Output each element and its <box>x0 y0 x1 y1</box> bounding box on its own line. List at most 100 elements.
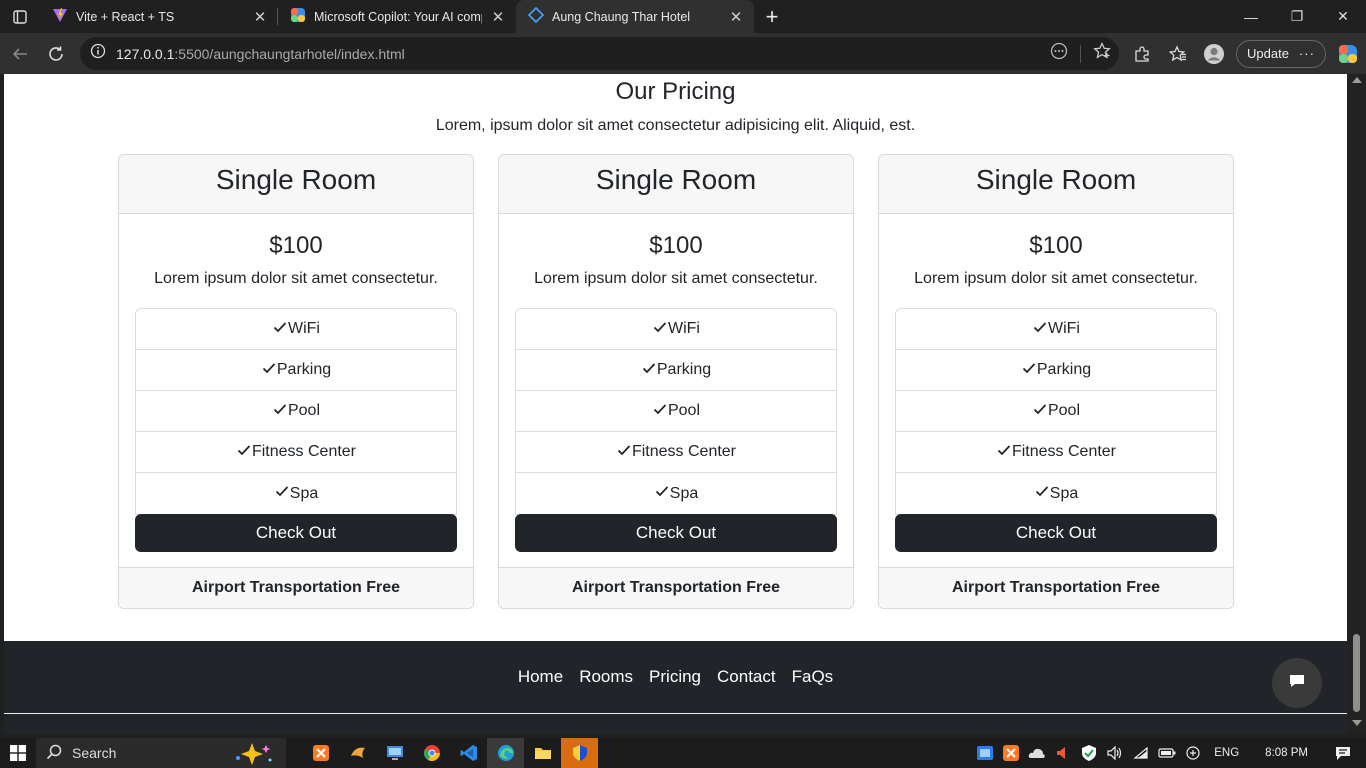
chat-button[interactable] <box>1272 658 1322 708</box>
site-footer: Home Rooms Pricing Contact FaQs <box>4 641 1347 734</box>
feature-item: Pool <box>516 391 836 432</box>
check-icon <box>261 360 277 381</box>
scrollbar-thumb[interactable] <box>1353 634 1360 712</box>
close-tab-icon[interactable]: ✕ <box>252 8 268 26</box>
defender-icon[interactable] <box>1080 744 1098 762</box>
feature-label: Spa <box>1049 484 1079 502</box>
new-tab-button[interactable]: + <box>754 0 790 33</box>
feature-label: Parking <box>276 361 332 378</box>
feature-label: Fitness Center <box>631 443 737 460</box>
web-page: Our Pricing Lorem, ipsum dolor sit amet … <box>4 74 1347 734</box>
app-icon[interactable] <box>339 738 376 768</box>
feature-label: WiFi <box>668 320 700 337</box>
language-indicator[interactable]: ENG <box>1214 747 1239 759</box>
card-header: Single Room <box>879 155 1233 214</box>
monitor-app-icon[interactable] <box>376 738 413 768</box>
feature-list: WiFi Parking Pool Fitness Center Spa <box>515 308 837 515</box>
profile-avatar-icon[interactable] <box>1200 40 1228 68</box>
feature-item: Parking <box>136 350 456 391</box>
refresh-icon[interactable] <box>38 38 74 70</box>
card-footer: Airport Transportation Free <box>119 567 473 608</box>
card-footer: Airport Transportation Free <box>879 567 1233 608</box>
close-tab-icon[interactable]: ✕ <box>728 8 744 26</box>
card-header: Single Room <box>499 155 853 214</box>
address-bar[interactable]: 127.0.0.1:5500/aungchaungtarhotel/index.… <box>80 37 1119 70</box>
notifications-icon[interactable] <box>1334 744 1352 762</box>
feature-item: Fitness Center <box>516 432 836 473</box>
tab-title: Microsoft Copilot: Your AI compa <box>314 9 482 24</box>
favorite-star-icon[interactable] <box>1093 41 1111 65</box>
close-tab-icon[interactable]: ✕ <box>490 8 506 26</box>
back-icon[interactable] <box>2 38 38 70</box>
speaker-muted-icon[interactable] <box>1054 744 1072 762</box>
update-button[interactable]: Update ··· <box>1236 39 1326 68</box>
xampp-app-icon[interactable] <box>302 738 339 768</box>
feature-label: Parking <box>656 361 712 378</box>
clock[interactable]: 8:08 PM <box>1265 747 1308 759</box>
security-app-icon[interactable] <box>561 738 598 768</box>
more-options-icon[interactable] <box>1050 42 1068 65</box>
edge-app-icon[interactable] <box>487 738 524 768</box>
scroll-up-icon[interactable] <box>1352 77 1362 83</box>
restore-icon[interactable]: ❐ <box>1274 0 1320 33</box>
check-out-button[interactable]: Check Out <box>135 514 457 552</box>
feature-item: Pool <box>136 391 456 432</box>
card-footer: Airport Transportation Free <box>499 567 853 608</box>
windows-taskbar: Search ENG 8:08 PM <box>0 738 1366 768</box>
footer-link-faqs[interactable]: FaQs <box>792 667 834 687</box>
pricing-card: Single Room $100 Lorem ipsum dolor sit ame… <box>118 154 474 609</box>
feature-item: Parking <box>516 350 836 391</box>
tab-copilot[interactable]: Microsoft Copilot: Your AI compa ✕ <box>278 0 516 33</box>
volume-icon[interactable] <box>1106 744 1124 762</box>
check-icon <box>654 483 670 504</box>
favorites-icon[interactable] <box>1164 40 1192 68</box>
check-icon <box>236 442 252 463</box>
tab-title: Vite + React + TS <box>76 9 175 24</box>
close-window-icon[interactable]: ✕ <box>1320 0 1366 33</box>
onedrive-icon[interactable] <box>1028 744 1046 762</box>
check-out-button[interactable]: Check Out <box>895 514 1217 552</box>
feature-label: Parking <box>1036 361 1092 378</box>
chrome-app-icon[interactable] <box>413 738 450 768</box>
copilot-icon <box>290 7 306 26</box>
xampp-tray-icon[interactable] <box>1002 744 1020 762</box>
wifi-icon[interactable] <box>1132 744 1150 762</box>
check-icon <box>996 442 1012 463</box>
tab-hotel[interactable]: Aung Chaung Thar Hotel ✕ <box>516 0 754 33</box>
footer-link-pricing[interactable]: Pricing <box>649 667 701 687</box>
check-out-button[interactable]: Check Out <box>515 514 837 552</box>
copilot-sidebar-icon[interactable] <box>1334 40 1362 68</box>
check-icon <box>274 483 290 504</box>
site-info-icon[interactable] <box>90 43 106 64</box>
tray-app-icon[interactable] <box>976 744 994 762</box>
page-scrollbar[interactable] <box>1347 74 1366 734</box>
card-description: Lorem ipsum dolor sit amet consectetur. <box>914 270 1198 287</box>
minimize-icon[interactable]: — <box>1228 0 1274 33</box>
pricing-card: Single Room $100 Lorem ipsum dolor sit ame… <box>498 154 854 609</box>
feature-label: WiFi <box>288 320 320 337</box>
footer-link-contact[interactable]: Contact <box>717 667 776 687</box>
check-icon <box>272 319 288 340</box>
scroll-down-icon[interactable] <box>1352 720 1362 726</box>
section-subtitle: Lorem, ipsum dolor sit amet consectetur … <box>435 117 916 134</box>
taskbar-search[interactable]: Search <box>36 738 286 768</box>
footer-link-home[interactable]: Home <box>518 667 563 687</box>
check-icon <box>616 442 632 463</box>
file-explorer-icon[interactable] <box>524 738 561 768</box>
tab-vite[interactable]: Vite + React + TS ✕ <box>40 0 278 33</box>
feature-label: Fitness Center <box>251 443 357 460</box>
vscode-app-icon[interactable] <box>450 738 487 768</box>
windows-start-icon[interactable] <box>0 738 36 768</box>
tab-actions-icon[interactable] <box>0 0 40 33</box>
footer-nav: Home Rooms Pricing Contact FaQs <box>4 667 1347 687</box>
battery-icon[interactable] <box>1158 744 1176 762</box>
check-icon <box>1032 401 1048 422</box>
sync-icon[interactable] <box>1184 744 1202 762</box>
feature-label: Pool <box>667 402 701 419</box>
feature-label: Spa <box>289 484 319 502</box>
feature-label: Pool <box>287 402 321 419</box>
card-header: Single Room <box>119 155 473 214</box>
vite-icon <box>52 7 68 26</box>
footer-link-rooms[interactable]: Rooms <box>579 667 633 687</box>
extensions-icon[interactable] <box>1128 40 1156 68</box>
